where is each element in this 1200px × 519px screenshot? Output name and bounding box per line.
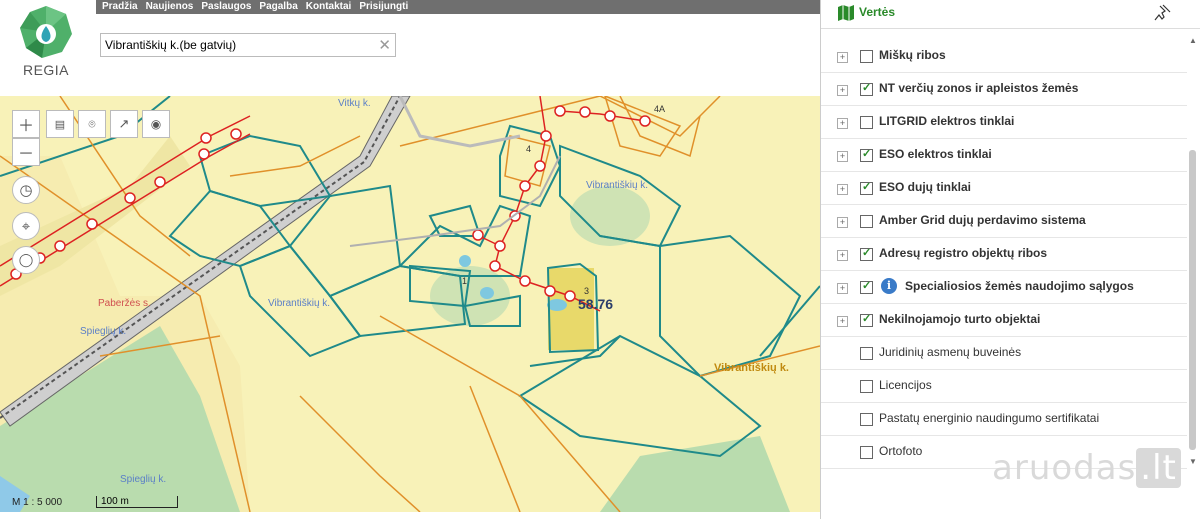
parcel-number: 3	[584, 286, 590, 296]
info-icon[interactable]: i	[881, 278, 897, 294]
map-icon	[838, 5, 854, 21]
layer-item[interactable]: + Miškų ribos	[821, 40, 1187, 73]
layer-checkbox[interactable]	[860, 50, 873, 63]
layer-label: Pastatų energinio naudingumo sertifikata…	[879, 411, 1100, 425]
history-icon[interactable]: ◷	[12, 176, 40, 204]
layers-panel: Vertės + Miškų ribos + NT verčių zonos ir …	[820, 0, 1200, 519]
layer-item[interactable]: + NT verčių zonos ir apleistos žemės	[821, 73, 1187, 106]
layer-item[interactable]: + Amber Grid dujų perdavimo sistema	[821, 205, 1187, 238]
layer-checkbox[interactable]	[860, 246, 873, 261]
layer-item[interactable]: Licencijos	[821, 370, 1187, 403]
place-label: Paberžės s.	[98, 298, 151, 309]
layer-item[interactable]: + ESO dujų tinklai	[821, 172, 1187, 205]
expand-icon[interactable]: +	[837, 184, 848, 195]
layer-item[interactable]: Juridinių asmenų buveinės	[821, 337, 1187, 370]
scale-bar: 100 m	[96, 496, 178, 508]
crosshair-icon[interactable]: ⌖	[12, 212, 40, 240]
map-view[interactable]: Vitkų k. Vibrantiškių k. Vibrantiškių k.…	[0, 96, 820, 512]
layer-label: Ortofoto	[879, 444, 923, 458]
layer-checkbox[interactable]	[860, 413, 873, 426]
panel-header: Vertės	[821, 0, 1200, 29]
layer-item[interactable]: Pastatų energinio naudingumo sertifikata…	[821, 403, 1187, 436]
layer-label: NT verčių zonos ir apleistos žemės	[879, 81, 1079, 95]
close-icon[interactable]: ✕	[378, 36, 391, 54]
expand-icon[interactable]: +	[837, 85, 848, 96]
search-box: ✕	[100, 33, 396, 57]
expand-icon[interactable]: +	[837, 250, 848, 261]
panel-title: Vertės	[859, 5, 896, 19]
place-label: Vibrantiškių k.	[268, 298, 331, 309]
layer-label: ESO dujų tinklai	[879, 180, 972, 194]
layer-label: Specialiosios žemės naudojimo sąlygos	[905, 279, 1134, 293]
layer-checkbox[interactable]	[860, 81, 873, 96]
layer-checkbox[interactable]	[860, 347, 873, 360]
layer-checkbox[interactable]	[860, 380, 873, 393]
measure-icon[interactable]: ▤	[46, 110, 74, 138]
layer-label: Adresų registro objektų ribos	[879, 246, 1048, 260]
layer-checkbox[interactable]	[860, 147, 873, 162]
place-label: Spieglių k.	[80, 326, 127, 337]
place-label: Vibrantiškių k.	[586, 180, 649, 191]
layer-label: Juridinių asmenų buveinės	[879, 345, 1022, 359]
place-label: Vitkų k.	[338, 98, 371, 109]
layer-label: Nekilnojamojo turto objektai	[879, 312, 1041, 326]
watermark-text: aruodas	[992, 448, 1137, 488]
place-label: Vibrantiškių k.	[714, 362, 789, 374]
layer-checkbox[interactable]	[860, 312, 873, 327]
layer-label: Amber Grid dujų perdavimo sistema	[879, 213, 1086, 227]
layer-item[interactable]: + Adresų registro objektų ribos	[821, 238, 1187, 271]
layer-item[interactable]: + i Specialiosios žemės naudojimo sąlygos	[821, 271, 1187, 304]
place-label: Spieglių k.	[120, 474, 167, 485]
nav-item[interactable]: Prisijungti	[359, 1, 408, 12]
expand-icon[interactable]: +	[837, 283, 848, 294]
layer-item[interactable]: + ESO elektros tinklai	[821, 139, 1187, 172]
top-navigation: Pradžia Naujienos Paslaugos Pagalba Kontakta…	[96, 0, 820, 14]
logo-text: REGIA	[22, 62, 70, 78]
area-value-label: 58.76	[578, 296, 614, 312]
layer-checkbox[interactable]	[860, 215, 873, 228]
expand-icon[interactable]: +	[837, 316, 848, 327]
parcel-number: 4	[526, 144, 532, 154]
locate-icon[interactable]: ◉	[142, 110, 170, 138]
expand-icon[interactable]: +	[837, 151, 848, 162]
header: Pradžia Naujienos Paslaugos Pagalba Kontakta…	[0, 0, 820, 96]
layer-list: + Miškų ribos + NT verčių zonos ir apleist…	[821, 40, 1187, 469]
pin-icon[interactable]	[1153, 4, 1171, 22]
layer-checkbox[interactable]	[860, 116, 873, 129]
layer-item[interactable]: + Nekilnojamojo turto objektai	[821, 304, 1187, 337]
nav-item[interactable]: Naujienos	[146, 1, 194, 12]
expand-icon[interactable]: +	[837, 217, 848, 228]
parcel-number: 1	[462, 276, 468, 286]
expand-icon[interactable]: +	[837, 118, 848, 129]
export-icon[interactable]: ↗	[110, 110, 138, 138]
scrollbar-thumb[interactable]	[1189, 150, 1196, 450]
nav-item[interactable]: Paslaugos	[201, 1, 251, 12]
zoom-in-icon[interactable]: ＋	[12, 110, 40, 138]
regia-logo-icon[interactable]	[18, 4, 74, 60]
marker-icon[interactable]: ⌾	[78, 110, 106, 138]
nav-item[interactable]: Pradžia	[102, 1, 138, 12]
watermark: aruodas .lt	[992, 448, 1181, 488]
layer-item[interactable]: + LITGRID elektros tinklai	[821, 106, 1187, 139]
layer-checkbox[interactable]	[860, 446, 873, 459]
parcel-number: 4A	[654, 104, 666, 114]
scale-ratio: M 1 : 5 000	[12, 497, 63, 508]
layer-label: Miškų ribos	[879, 48, 946, 62]
layer-checkbox[interactable]	[860, 180, 873, 195]
layer-label: Licencijos	[879, 378, 932, 392]
search-input[interactable]	[101, 34, 379, 56]
zoom-out-icon[interactable]: －	[12, 138, 40, 166]
watermark-suffix: .lt	[1136, 448, 1181, 488]
nav-item[interactable]: Kontaktai	[306, 1, 352, 12]
lasso-icon[interactable]: ◯	[12, 246, 40, 274]
layer-label: LITGRID elektros tinklai	[879, 114, 1015, 128]
layer-checkbox[interactable]	[860, 279, 873, 294]
nav-item[interactable]: Pagalba	[259, 1, 297, 12]
layer-label: ESO elektros tinklai	[879, 147, 992, 161]
expand-icon[interactable]: +	[837, 52, 848, 63]
